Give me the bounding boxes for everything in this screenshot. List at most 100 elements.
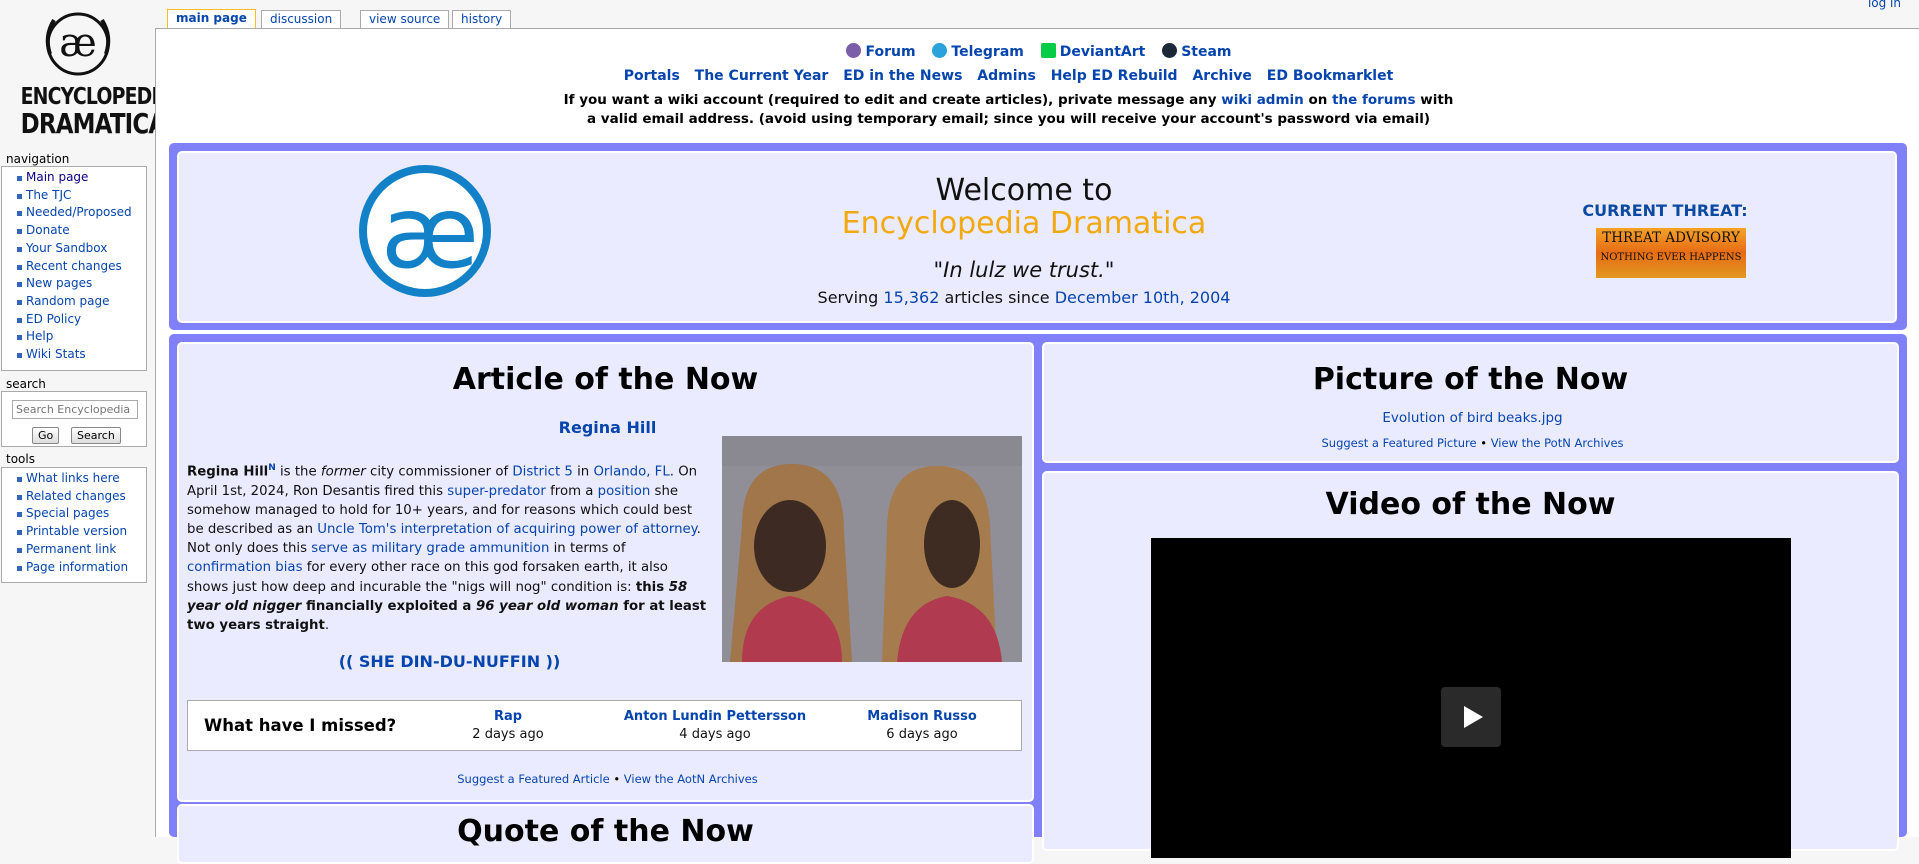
current-threat-label: CURRENT THREAT: <box>1582 201 1748 220</box>
district-5-link[interactable]: District 5 <box>512 464 572 479</box>
tab-history[interactable]: history <box>452 10 512 29</box>
missed-item: Rap 2 days ago <box>408 709 608 742</box>
missed-item-link[interactable]: Anton Lundin Pettersson <box>615 709 815 724</box>
threat-line1: THREAT ADVISORY <box>1602 230 1740 246</box>
wiki-admin-link[interactable]: wiki admin <box>1221 92 1303 108</box>
notice-text: on <box>1303 92 1333 108</box>
main-panels: Article of the Now Regina Hill Regina Hi… <box>169 334 1907 864</box>
forums-link[interactable]: the forums <box>1332 92 1415 108</box>
aotn-heading: Article of the Now <box>452 362 759 397</box>
tool-related-changes[interactable]: Related changes <box>2 488 146 506</box>
tool-what-links-here[interactable]: What links here <box>2 470 146 488</box>
tab-main-page[interactable]: main page <box>167 9 256 29</box>
search-input[interactable] <box>12 400 138 419</box>
dindu-nuffin-link[interactable]: (( SHE DIN-DU-NUFFIN )) <box>187 652 712 671</box>
orlando-link[interactable]: Orlando, FL <box>593 464 669 479</box>
help-rebuild-link[interactable]: Help ED Rebuild <box>1051 68 1178 84</box>
potn-file-link[interactable]: Evolution of bird beaks.jpg <box>1044 410 1901 426</box>
nav-item-main-page[interactable]: Main page <box>2 169 146 187</box>
forum-icon <box>846 43 862 58</box>
missed-item-date: 4 days ago <box>679 727 751 742</box>
navigation-heading: navigation <box>6 152 70 166</box>
threat-advisory-image[interactable]: THREAT ADVISORY NOTHING EVER HAPPENS <box>1596 228 1746 278</box>
login-link[interactable]: log in <box>1868 0 1901 10</box>
search-heading: search <box>6 377 46 391</box>
potn-archives-link[interactable]: View the PotN Archives <box>1491 436 1624 450</box>
nav-item-needed-proposed[interactable]: Needed/Proposed <box>2 204 146 222</box>
suggest-picture-link[interactable]: Suggest a Featured Picture <box>1321 436 1476 450</box>
article-count-link[interactable]: 15,362 <box>883 288 939 307</box>
missed-label: What have I missed? <box>204 716 397 735</box>
notice-text: If you want a wiki account (required to … <box>563 92 1222 108</box>
n-sup-link[interactable]: N <box>268 463 276 473</box>
bookmarklet-link[interactable]: ED Bookmarklet <box>1267 68 1394 84</box>
video-player[interactable] <box>1151 538 1791 858</box>
ae-logo-icon: æ <box>45 12 111 76</box>
navigation-portlet: Main page The TJC Needed/Proposed Donate… <box>1 166 147 371</box>
nav-item-wiki-stats[interactable]: Wiki Stats <box>2 346 146 364</box>
nav-item-your-sandbox[interactable]: Your Sandbox <box>2 240 146 258</box>
nav-item-the-tjc[interactable]: The TJC <box>2 187 146 205</box>
mugshot-image[interactable] <box>722 436 1022 662</box>
deviantart-link[interactable]: DeviantArt <box>1040 43 1145 60</box>
tool-page-information[interactable]: Page information <box>2 559 146 577</box>
nav-item-new-pages[interactable]: New pages <box>2 275 146 293</box>
nav-item-recent-changes[interactable]: Recent changes <box>2 258 146 276</box>
missed-item-date: 6 days ago <box>886 727 958 742</box>
site-logo[interactable]: æ ENCYCLOPEDIA DRAMATICA <box>8 4 172 140</box>
portals-link[interactable]: Portals <box>624 68 680 84</box>
social-links: Forum Telegram DeviantArt Steam <box>156 43 1919 60</box>
tab-view-source[interactable]: view source <box>360 10 450 29</box>
missed-item-link[interactable]: Rap <box>408 709 608 724</box>
potn-footer: Suggest a Featured Picture • View the Po… <box>1321 436 1624 450</box>
account-notice: If you want a wiki account (required to … <box>156 91 1861 129</box>
search-portlet: Go Search <box>1 391 147 447</box>
welcome-site-name: Encyclopedia Dramatica <box>841 206 1207 241</box>
telegram-link[interactable]: Telegram <box>932 43 1024 60</box>
confirmation-bias-link[interactable]: confirmation bias <box>187 560 303 575</box>
steam-link[interactable]: Steam <box>1162 43 1232 60</box>
missed-item-link[interactable]: Madison Russo <box>822 709 1022 724</box>
tool-special-pages[interactable]: Special pages <box>2 505 146 523</box>
ed-in-news-link[interactable]: ED in the News <box>843 68 962 84</box>
picture-of-the-now: Picture of the Now Evolution of bird bea… <box>1042 342 1899 463</box>
military-grade-link[interactable]: serve as military grade ammunition <box>311 541 549 556</box>
go-button[interactable]: Go <box>32 427 60 444</box>
welcome-title: Welcome to <box>935 173 1113 208</box>
admins-link[interactable]: Admins <box>977 68 1036 84</box>
aotn-subject-link[interactable]: Regina Hill <box>179 418 1036 437</box>
suggest-article-link[interactable]: Suggest a Featured Article <box>457 772 609 786</box>
search-button[interactable]: Search <box>71 427 121 444</box>
super-predator-link[interactable]: super-predator <box>447 484 546 499</box>
uncle-tom-link[interactable]: Uncle Tom's interpretation of acquiring … <box>317 522 696 537</box>
nav-item-ed-policy[interactable]: ED Policy <box>2 311 146 329</box>
tool-permanent-link[interactable]: Permanent link <box>2 541 146 559</box>
tool-printable-version[interactable]: Printable version <box>2 523 146 541</box>
votn-heading: Video of the Now <box>1325 487 1616 522</box>
notice-text-line2: a valid email address. (avoid using temp… <box>586 111 1430 127</box>
steam-icon <box>1162 43 1178 58</box>
nav-item-random-page[interactable]: Random page <box>2 293 146 311</box>
tab-discussion[interactable]: discussion <box>261 10 342 29</box>
potn-heading: Picture of the Now <box>1312 362 1629 397</box>
archive-link[interactable]: Archive <box>1192 68 1251 84</box>
since-date-link[interactable]: December 10th, 2004 <box>1055 288 1231 307</box>
quote-of-the-now: Quote of the Now <box>177 804 1034 864</box>
missed-item: Anton Lundin Pettersson 4 days ago <box>615 709 815 742</box>
video-of-the-now: Video of the Now <box>1042 471 1899 858</box>
forum-link[interactable]: Forum <box>846 43 916 60</box>
notice-text: with <box>1415 92 1454 108</box>
aotn-archives-link[interactable]: View the AotN Archives <box>624 772 758 786</box>
missed-item-date: 2 days ago <box>472 727 544 742</box>
welcome-motto: "In lulz we trust." <box>933 258 1115 282</box>
play-button-icon[interactable] <box>1441 687 1501 747</box>
qotn-heading: Quote of the Now <box>457 814 754 849</box>
position-link[interactable]: position <box>598 484 651 499</box>
nav-item-donate[interactable]: Donate <box>2 222 146 240</box>
telegram-icon <box>932 43 948 58</box>
svg-text:æ: æ <box>59 20 97 66</box>
current-year-link[interactable]: The Current Year <box>695 68 829 84</box>
what-have-i-missed-box: What have I missed? Rap 2 days ago Anton… <box>187 700 1022 751</box>
welcome-serving: Serving 15,362 articles since December 1… <box>817 288 1231 307</box>
nav-item-help[interactable]: Help <box>2 328 146 346</box>
